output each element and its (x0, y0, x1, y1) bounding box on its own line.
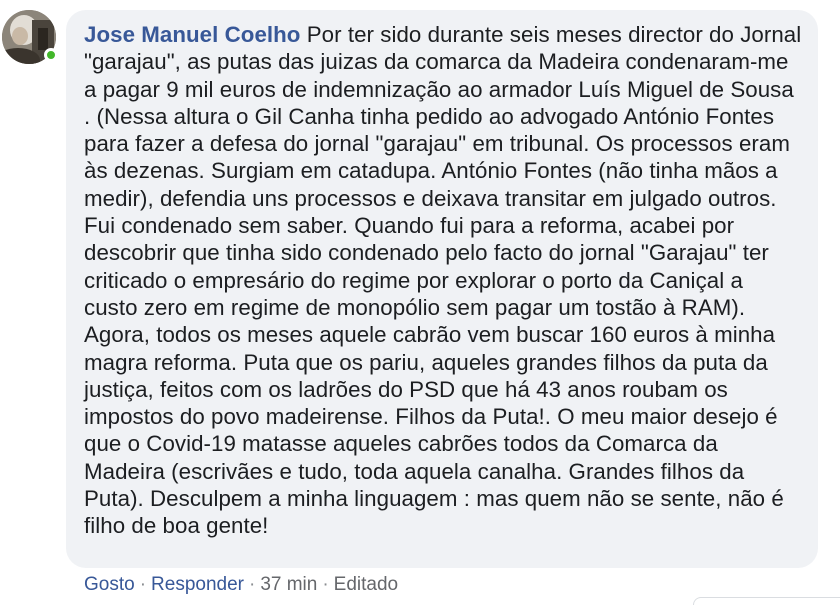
reply-link[interactable]: Responder (151, 574, 244, 595)
avatar[interactable] (2, 10, 58, 64)
like-link[interactable]: Gosto (84, 574, 135, 595)
comment-actions: Gosto · Responder · 37 min · Editado (84, 572, 398, 598)
edited-label[interactable]: Editado (334, 574, 398, 595)
separator: · (248, 574, 256, 595)
separator: · (322, 574, 329, 595)
comment-bubble: Jose Manuel Coelho Por ter sido durante … (66, 10, 818, 568)
comment-text: Por ter sido durante seis meses director… (84, 22, 802, 539)
separator: · (139, 574, 147, 595)
comment-timestamp[interactable]: 37 min (260, 574, 317, 595)
comment: Jose Manuel Coelho Por ter sido durante … (0, 0, 840, 605)
comment-author-link[interactable]: Jose Manuel Coelho (84, 22, 300, 47)
comment-body: Jose Manuel Coelho Por ter sido durante … (84, 21, 802, 540)
online-status-icon (44, 48, 58, 62)
reply-box-edge (693, 597, 840, 605)
